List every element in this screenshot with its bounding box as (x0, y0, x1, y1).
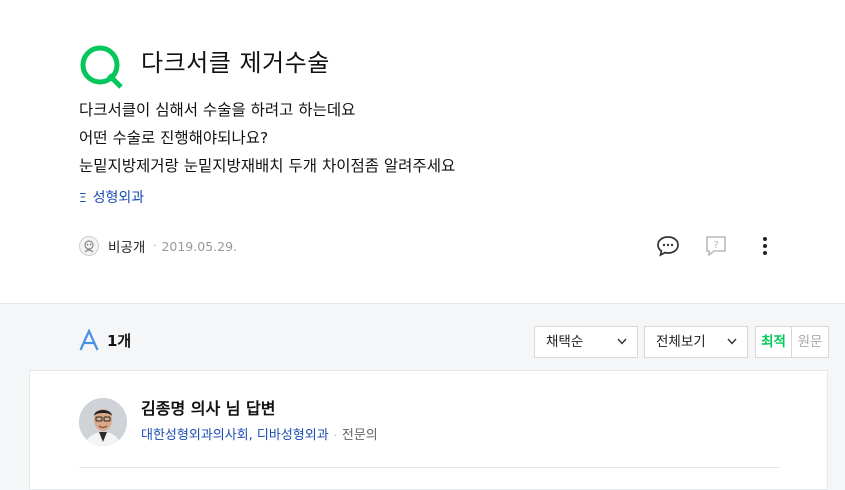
chevron-down-icon (617, 338, 627, 345)
sort-select-value: 채택순 (546, 334, 584, 350)
question-body: 다크서클이 심해서 수술을 하려고 하는데요 어떤 수술로 진행해야되나요? 눈… (79, 96, 455, 180)
question-body-line: 눈밑지방제거랑 눈밑지방재배치 두개 차이점좀 알려주세요 (79, 157, 456, 175)
sort-original-button[interactable]: 원문 (792, 326, 829, 358)
sort-toggle-group: 최적 원문 (755, 326, 829, 358)
question-author: 비공개 (108, 240, 146, 256)
question-body-line: 어떤 수술로 진행해야되나요? (79, 129, 269, 147)
sort-best-button[interactable]: 최적 (755, 326, 792, 358)
tag-icon: Ξ (79, 191, 87, 205)
more-button[interactable] (752, 233, 778, 259)
comment-icon (657, 236, 679, 257)
svg-text:?: ? (713, 240, 718, 251)
comment-button[interactable] (655, 233, 681, 259)
card-divider (79, 467, 780, 468)
answer-count: 1개 (107, 332, 132, 350)
anonymous-avatar-icon (79, 236, 99, 256)
doctor-avatar (79, 398, 127, 446)
view-select-value: 전체보기 (656, 334, 706, 350)
author-role: 전문의 (341, 428, 378, 443)
question-date: 2019.05.29. (161, 238, 237, 254)
answer-author-name: 김종명 의사 님 답변 (141, 399, 276, 418)
affiliation-separator: · (333, 431, 337, 442)
question-tag-link[interactable]: Ξ 성형외과 (79, 188, 144, 208)
question-body-line: 다크서클이 심해서 수술을 하려고 하는데요 (79, 101, 356, 119)
question-q-icon (80, 45, 123, 89)
question-title: 다크서클 제거수술 (141, 49, 330, 77)
organization-link[interactable]: 대한성형외과의사회, 디바성형외과 (141, 428, 329, 443)
question-meta: 비공개 · 2019.05.29. (79, 235, 237, 257)
report-button[interactable]: ? (703, 233, 729, 259)
chevron-down-icon (727, 338, 737, 345)
meta-separator: · (153, 240, 157, 252)
report-icon: ? (706, 236, 726, 257)
view-select[interactable]: 전체보기 (644, 326, 748, 358)
answer-a-icon (79, 329, 99, 351)
tag-label: 성형외과 (92, 190, 145, 206)
answer-author-affiliation: 대한성형외과의사회, 디바성형외과 · 전문의 (141, 426, 378, 447)
sort-select[interactable]: 채택순 (534, 326, 638, 358)
more-icon (763, 237, 767, 255)
